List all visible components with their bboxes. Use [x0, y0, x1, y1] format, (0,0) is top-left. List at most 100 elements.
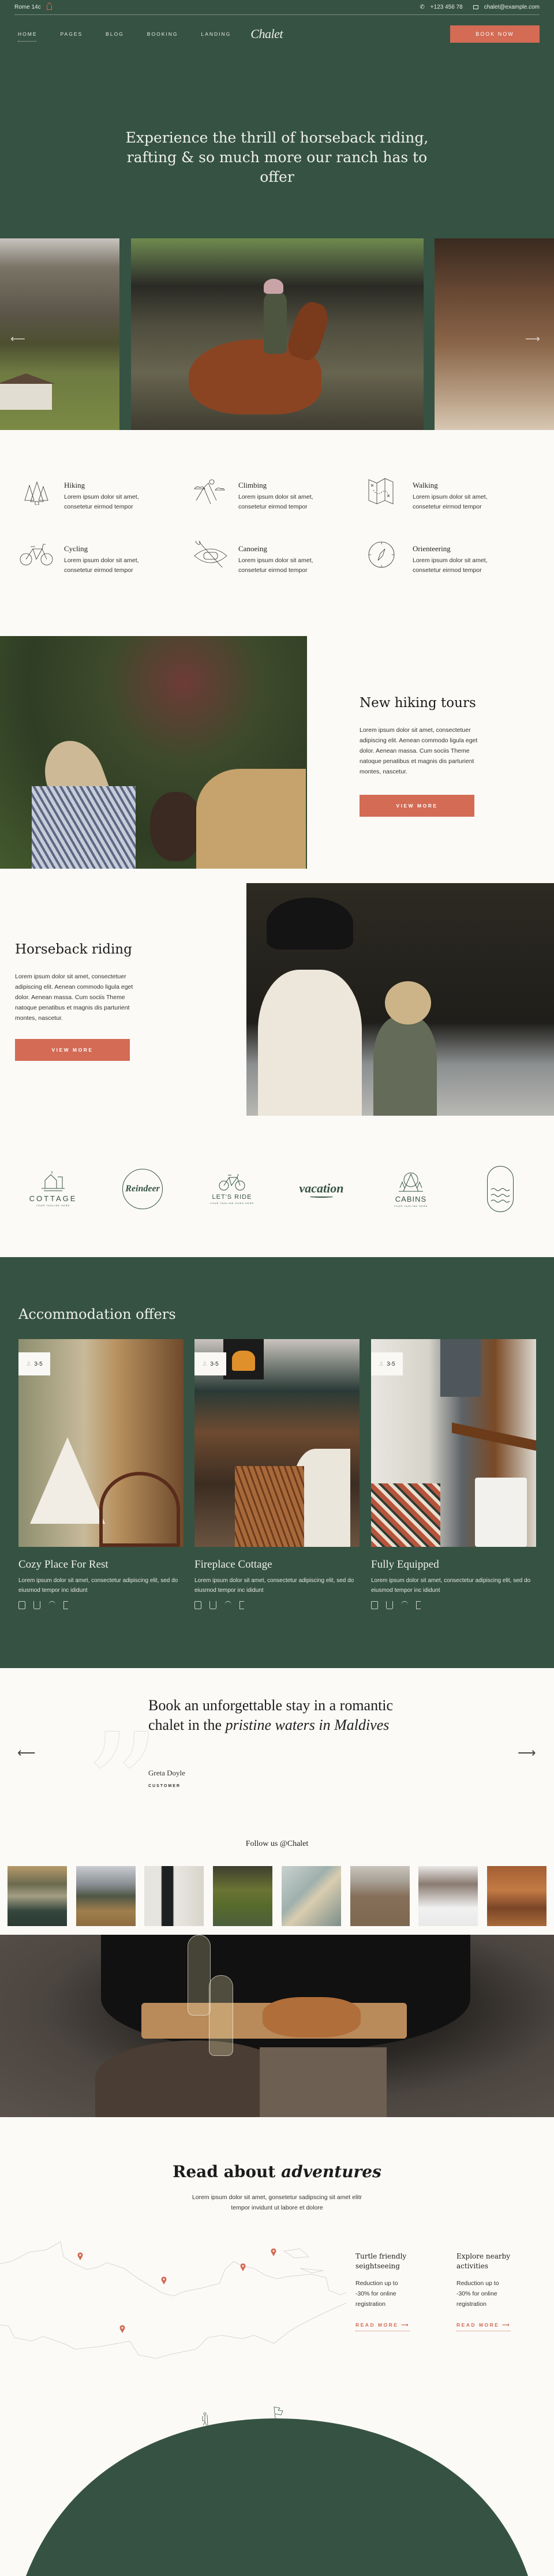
activity-item: Climbing Lorem ipsum dolor sit amet, con…: [193, 477, 349, 518]
testimonial-next-arrow-icon[interactable]: ⟶: [518, 1745, 536, 1760]
testimonial-prev-arrow-icon[interactable]: ⟵: [17, 1745, 36, 1760]
instagram-photo-lake-canoes[interactable]: [8, 1866, 67, 1926]
top-bar: Rome 14c ✆ +123 456 78 chalet@example.co…: [14, 0, 540, 15]
partner-name: CABINS: [395, 1195, 427, 1203]
hiker-icon: [202, 2412, 208, 2426]
map-pin-icon: [77, 2252, 83, 2260]
person-icon: ♙: [202, 1360, 208, 1367]
card-title: Fireplace Cottage: [194, 1558, 272, 1571]
amenities: [18, 1601, 184, 1609]
bath-icon: [386, 1601, 393, 1609]
hairdryer-icon: [63, 1601, 68, 1609]
activity-desc: Lorem ipsum dolor sit amet, consetetur e…: [413, 493, 488, 510]
email-link[interactable]: chalet@example.com: [484, 4, 540, 10]
horseback-view-more-button[interactable]: VIEW MORE: [15, 1039, 130, 1061]
book-now-button[interactable]: BOOK NOW: [450, 25, 540, 43]
bath-icon: [33, 1601, 40, 1609]
accommodation-card[interactable]: ♙ 3-5 Cozy Place For Rest Lorem ipsum do…: [18, 1339, 184, 1609]
amenities: [194, 1601, 360, 1609]
instagram-photo-grazing-horses[interactable]: [350, 1866, 410, 1926]
activity-title: Cycling: [64, 544, 88, 553]
partner-logo-lets-ride[interactable]: LET'S RIDE YOUR TAGLINE GOES HERE: [206, 1166, 258, 1212]
nav-blog[interactable]: BLOG: [106, 31, 124, 37]
arrow-left-icon[interactable]: ⟵: [10, 333, 25, 345]
heater-icon: [371, 1601, 378, 1609]
flag-icon: [274, 2406, 283, 2419]
guests-badge: ♙ 3-5: [371, 1352, 403, 1375]
hiking-tours-photo: [0, 636, 307, 869]
partner-logo-new-cottage[interactable]: THE NEW COTTAGE: [474, 1166, 526, 1212]
accommodation-card[interactable]: ♙ 3-5 Fully Equipped Lorem ipsum dolor s…: [371, 1339, 536, 1609]
nav-landing[interactable]: LANDING: [201, 31, 231, 37]
instagram-title: Follow us @Chalet: [245, 1840, 309, 1848]
partner-logo-vacation[interactable]: vacation: [295, 1166, 347, 1212]
horseback-title: Horseback riding: [15, 942, 132, 957]
compass-icon: [368, 541, 395, 568]
testimonial-author: Greta Doyle: [148, 1769, 185, 1777]
hero-title: Experience the thrill of horseback ridin…: [125, 129, 429, 185]
partner-logo-reindeer[interactable]: Reindeer: [117, 1166, 169, 1212]
instagram-photo-mountain-boardwalk[interactable]: [76, 1866, 136, 1926]
read-more-link[interactable]: READ MORE ⟶: [456, 2322, 511, 2331]
instagram-photo-camera-compass[interactable]: [282, 1866, 341, 1926]
child-head-shape: [150, 792, 202, 861]
main-nav: HOME PAGES BLOG BOOKING LANDING Chalet B…: [14, 25, 540, 43]
guests-count: 3-5: [210, 1360, 219, 1367]
wine-glass-shape: [188, 1935, 211, 2016]
nav-booking[interactable]: BOOKING: [147, 31, 178, 37]
map-pin-icon: [240, 2263, 246, 2271]
card-photo-fireplace: ♙ 3-5: [194, 1339, 360, 1547]
wine-glass-shape: [209, 1975, 233, 2056]
hiking-view-more-button[interactable]: VIEW MORE: [360, 795, 474, 817]
cabin-icon: [399, 1172, 423, 1192]
arrow-right-icon[interactable]: ⟶: [525, 333, 540, 345]
site-logo[interactable]: Chalet: [250, 27, 283, 42]
black-helmet-shape: [267, 898, 353, 949]
guests-badge: ♙ 3-5: [194, 1352, 226, 1375]
partner-logo-cottage[interactable]: COTTAGE YOUR TAGLINE HERE: [27, 1166, 79, 1212]
accommodation-card[interactable]: ♙ 3-5 Fireplace Cottage Lorem ipsum dolo…: [194, 1339, 360, 1609]
amenities: [371, 1601, 536, 1609]
hairdryer-icon: [239, 1601, 244, 1609]
instagram-photo-sunset-balcony[interactable]: [487, 1866, 546, 1926]
activity-item: Hiking Lorem ipsum dolor sit amet, conse…: [19, 477, 175, 518]
bicycle-icon: [219, 1173, 245, 1190]
instagram-photo-snow-cabin[interactable]: [418, 1866, 478, 1926]
picnic-photo: [0, 1935, 554, 2117]
card-desc: Lorem ipsum dolor sit amet, consectetur …: [18, 1577, 178, 1594]
counter-shape: [452, 1422, 536, 1451]
partner-name: COTTAGE: [29, 1194, 77, 1203]
instagram-photo-wood-stove[interactable]: [144, 1866, 204, 1926]
mail-icon: [473, 5, 478, 9]
blog-title-plain: Read about: [173, 2162, 282, 2181]
activity-desc: Lorem ipsum dolor sit amet, consetetur e…: [238, 557, 313, 574]
farmhouse-shape: [0, 373, 55, 410]
activity-title: Walking: [413, 481, 438, 489]
nav-pages[interactable]: PAGES: [61, 31, 83, 37]
post-title: Explore nearby activities: [456, 2252, 511, 2270]
post-text: Reduction up to -30% for online registra…: [355, 2280, 398, 2308]
read-more-link[interactable]: READ MORE ⟶: [355, 2322, 410, 2331]
guests-count: 3-5: [387, 1360, 395, 1367]
nav-home[interactable]: HOME: [18, 31, 38, 42]
partner-logo-cabins[interactable]: CABINS YOUR TAGLINE HERE: [385, 1166, 437, 1212]
hill-shape: [26, 2418, 528, 2576]
child-shirt-shape: [373, 1016, 437, 1116]
weather-text: Rome 14c: [14, 4, 41, 10]
rug-shape: [371, 1483, 440, 1547]
phone-link[interactable]: +123 456 78: [431, 4, 463, 10]
activity-desc: Lorem ipsum dolor sit amet, consetetur e…: [413, 557, 488, 574]
washer-shape: [475, 1478, 527, 1547]
hero-slide-horse: [131, 238, 424, 430]
post-title: Turtle friendly seightseeing: [355, 2252, 407, 2270]
fire-shape: [232, 1351, 255, 1371]
white-sweater-shape: [258, 970, 362, 1116]
card-photo-cozy: ♙ 3-5: [18, 1339, 184, 1547]
person-icon: ♙: [26, 1360, 32, 1367]
instagram-photo-valley-hiker[interactable]: [213, 1866, 272, 1926]
guests-badge: ♙ 3-5: [18, 1352, 50, 1375]
activities-section: Hiking Lorem ipsum dolor sit amet, conse…: [0, 430, 554, 638]
partner-logos: COTTAGE YOUR TAGLINE HERE Reindeer LET'S…: [0, 1166, 554, 1218]
waves-icon: [491, 1188, 510, 1203]
blog-title: Read about adventures: [0, 2162, 554, 2181]
